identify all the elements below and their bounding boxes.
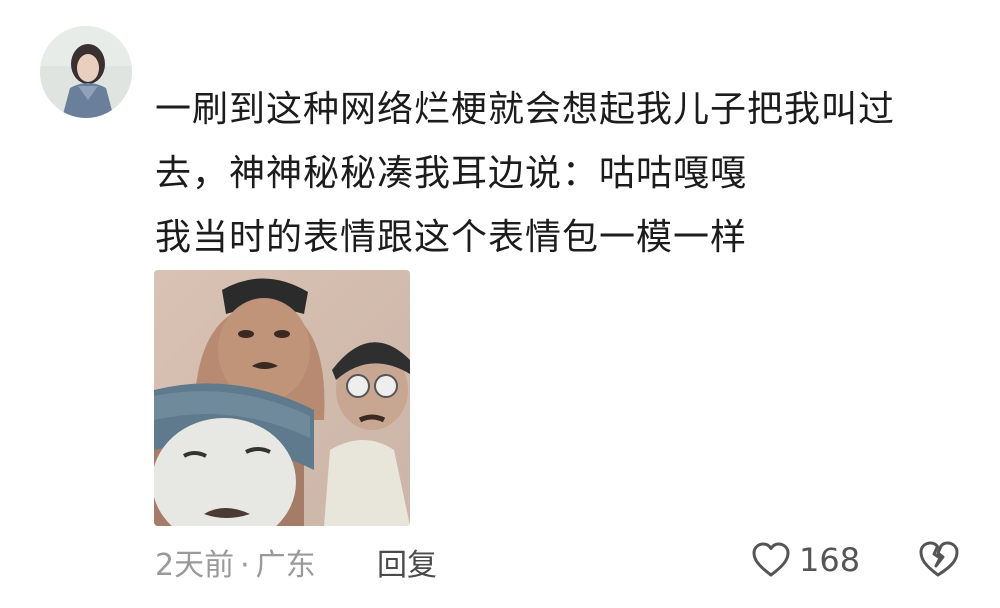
like-count: 168 xyxy=(799,541,861,579)
comment-line-2: 去，神神秘秘凑我耳边说：咕咕嘎嘎 xyxy=(155,153,748,194)
comment-line-3: 我当时的表情跟这个表情包一模一样 xyxy=(155,217,748,258)
comment-item: 一刷到这种网络烂梗就会想起我儿子把我叫过 去，神神秘秘凑我耳边说：咕咕嘎嘎 我当… xyxy=(0,0,1000,608)
comment-location: 广东 xyxy=(255,548,316,583)
comment-meta: 2天前 · 广东 xyxy=(155,540,316,584)
comment-line-1: 一刷到这种网络烂梗就会想起我儿子把我叫过 xyxy=(155,89,896,130)
comment-text: 一刷到这种网络烂梗就会想起我儿子把我叫过 去，神神秘秘凑我耳边说：咕咕嘎嘎 我当… xyxy=(155,78,955,270)
like-button[interactable]: 168 xyxy=(751,538,860,582)
comment-footer: 2天前 · 广东 回复 168 xyxy=(155,534,975,584)
meme-illustration xyxy=(154,270,410,526)
dislike-button[interactable] xyxy=(917,538,959,580)
meta-separator: · xyxy=(240,548,250,583)
avatar-image xyxy=(40,26,132,118)
meme-image[interactable] xyxy=(154,270,410,526)
comment-time: 2天前 xyxy=(155,548,235,583)
broken-heart-icon xyxy=(919,541,959,577)
avatar[interactable] xyxy=(40,26,132,118)
heart-icon xyxy=(752,542,790,577)
reply-button[interactable]: 回复 xyxy=(377,540,437,584)
